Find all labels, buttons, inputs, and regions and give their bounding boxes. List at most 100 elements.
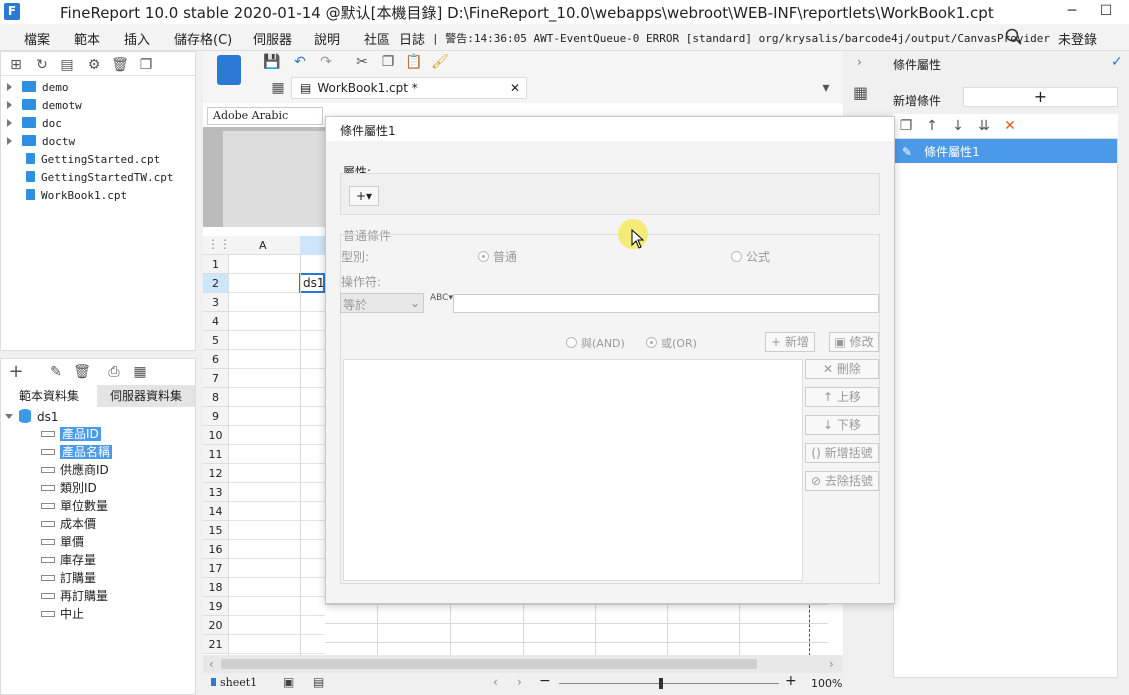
row-header[interactable]: 5 (203, 331, 228, 350)
font-selector[interactable]: Adobe Arabic (207, 107, 323, 125)
field-item[interactable]: 產品ID (41, 425, 112, 443)
chevron-right-icon[interactable]: › (857, 55, 862, 69)
row-header[interactable]: 11 (203, 445, 228, 464)
login-link[interactable]: 未登錄 (1058, 29, 1097, 48)
add-bracket-button[interactable]: () 新增括號 (805, 443, 879, 463)
move-bottom-icon[interactable]: ⇊ (975, 117, 993, 135)
menu-file[interactable]: 檔案 (24, 29, 50, 48)
menu-cell[interactable]: 儲存格(C) (174, 29, 232, 48)
copy-icon[interactable]: ❐ (897, 117, 915, 135)
undo-icon[interactable]: ↶ (291, 53, 309, 71)
zoom-in-button[interactable]: + (785, 673, 797, 689)
row-header[interactable]: 8 (203, 388, 228, 407)
radio-formula[interactable]: 公式 (731, 248, 770, 265)
tree-file[interactable]: GettingStartedTW.cpt (26, 169, 173, 187)
field-item[interactable]: 中止 (41, 605, 112, 623)
menu-log[interactable]: 日誌 (399, 29, 425, 48)
scrollbar-thumb[interactable] (221, 659, 757, 669)
open-icon[interactable]: ▤ (58, 56, 76, 74)
move-down-button[interactable]: ↓ 下移 (805, 415, 879, 435)
field-item[interactable]: 產品名稱 (41, 443, 113, 461)
row-header[interactable]: 20 (203, 616, 228, 635)
check-icon[interactable]: ✓ (1111, 54, 1123, 70)
chevron-right-icon[interactable]: › (517, 675, 522, 689)
row-header[interactable]: 9 (203, 407, 228, 426)
condition-item[interactable]: ✎ 條件屬性1 (894, 139, 1117, 163)
menu-server[interactable]: 伺服器 (253, 29, 292, 48)
chevron-left-icon[interactable]: ‹ (209, 657, 214, 671)
field-item[interactable]: 訂購量 (41, 569, 112, 587)
add-poly-sheet-icon[interactable]: ▤ (313, 675, 324, 689)
arrow-up-icon[interactable]: ↑ (923, 117, 941, 135)
delete-button[interactable]: ✕ 刪除 (805, 359, 879, 379)
paste-icon[interactable]: 📋 (405, 53, 423, 71)
refresh-icon[interactable]: ↻ (33, 56, 51, 74)
tree-folder[interactable]: demo (1, 79, 69, 97)
tree-file[interactable]: GettingStarted.cpt (26, 151, 160, 169)
horizontal-scrollbar[interactable]: ‹ › (203, 655, 843, 673)
row-header[interactable]: 18 (203, 578, 228, 597)
operator-select[interactable]: 等於 ⌄ (340, 293, 424, 313)
field-item[interactable]: 類別ID (41, 479, 112, 497)
menu-community[interactable]: 社區 (364, 29, 390, 48)
row-header[interactable]: 12 (203, 464, 228, 483)
attribute-panel-icon[interactable]: ▦ (853, 83, 868, 102)
radio-or[interactable]: 或(OR) (646, 335, 697, 351)
field-item[interactable]: 單價 (41, 533, 112, 551)
selected-cell[interactable]: ds1 (299, 273, 325, 293)
column-header-b[interactable] (300, 236, 325, 255)
close-icon[interactable]: ✕ (510, 81, 520, 95)
copy-icon[interactable]: ❐ (379, 53, 397, 71)
tab-server-datasets[interactable]: 伺服器資料集 (97, 385, 195, 407)
chevron-left-icon[interactable]: ‹ (493, 675, 498, 689)
tree-folder[interactable]: doctw (1, 133, 75, 151)
sheet-tab[interactable]: sheet1 (207, 675, 261, 693)
row-header[interactable]: 3 (203, 293, 228, 312)
menu-template[interactable]: 範本 (74, 29, 100, 48)
format-painter-icon[interactable]: 🖌 (431, 53, 449, 71)
zoom-slider-thumb[interactable] (659, 678, 663, 689)
add-condition-button[interactable]: + (963, 87, 1118, 107)
row-header[interactable]: 16 (203, 540, 228, 559)
dataset-settings-icon[interactable]: ▦ (131, 363, 149, 381)
condition-list-box[interactable] (343, 359, 803, 581)
new-folder-icon[interactable]: ⊞ (7, 56, 25, 74)
settings-icon[interactable]: ⚙ (85, 56, 103, 74)
row-header[interactable]: 10 (203, 426, 228, 445)
redo-icon[interactable]: ↷ (317, 53, 335, 71)
field-item[interactable]: 再訂購量 (41, 587, 112, 605)
row-header[interactable]: 15 (203, 521, 228, 540)
grid-icon[interactable]: ▦ (269, 79, 287, 97)
field-item[interactable]: 成本價 (41, 515, 112, 533)
row-header[interactable]: 17 (203, 559, 228, 578)
row-header[interactable]: 2 (203, 274, 228, 293)
designer-mode-icon[interactable] (217, 55, 241, 85)
arrow-down-icon[interactable]: ↓ (949, 117, 967, 135)
add-button[interactable]: + 新增 (765, 332, 815, 352)
row-header[interactable]: 14 (203, 502, 228, 521)
menu-insert[interactable]: 插入 (124, 29, 150, 48)
tree-file[interactable]: WorkBook1.cpt (26, 187, 127, 205)
search-icon[interactable] (1005, 28, 1023, 46)
radio-and[interactable]: 與(AND) (566, 335, 625, 351)
close-icon[interactable]: ✕ (1001, 117, 1019, 135)
minimize-button[interactable]: ─ (1055, 0, 1089, 24)
row-header[interactable]: 21 (203, 635, 228, 654)
delete-icon[interactable]: 🗑 (73, 363, 91, 381)
delete-icon[interactable]: 🗑 (111, 56, 129, 74)
add-sheet-icon[interactable]: ▣ (283, 675, 294, 689)
select-all-icon[interactable]: ⋮⋮ (207, 237, 231, 251)
modify-button[interactable]: ▣ 修改 (829, 332, 879, 352)
move-up-button[interactable]: ↑ 上移 (805, 387, 879, 407)
field-item[interactable]: 供應商ID (41, 461, 112, 479)
value-input[interactable] (453, 294, 879, 313)
value-type-icon[interactable]: ABC▾ (430, 293, 453, 303)
maximize-button[interactable]: ☐ (1089, 0, 1123, 24)
row-header[interactable]: 13 (203, 483, 228, 502)
row-header[interactable]: 7 (203, 369, 228, 388)
menu-help[interactable]: 說明 (314, 29, 340, 48)
preview-icon[interactable]: ⎙ (105, 363, 123, 381)
add-property-button[interactable]: +▾ (349, 186, 379, 206)
copy-icon[interactable]: ❐ (137, 56, 155, 74)
row-header[interactable]: 6 (203, 350, 228, 369)
